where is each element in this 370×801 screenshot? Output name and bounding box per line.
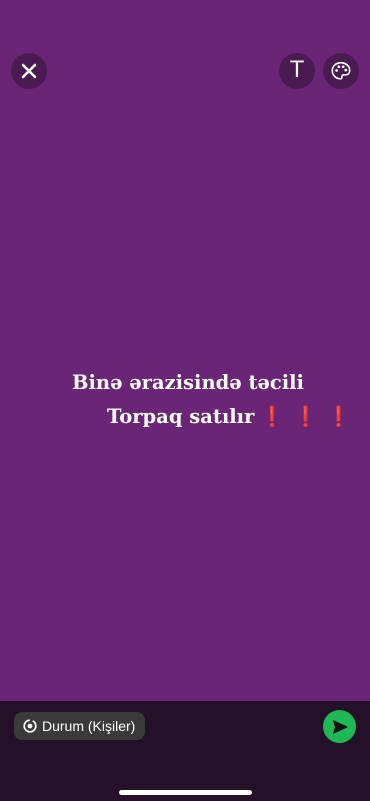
status-text-line-1: Binə ərazisində təcili (72, 371, 304, 394)
close-icon (21, 63, 37, 79)
home-indicator[interactable] (119, 790, 252, 795)
status-audience-label: Durum (Kişiler) (42, 718, 136, 734)
send-icon (332, 719, 347, 734)
palette-icon (331, 61, 351, 80)
exclamation-marks: ❗❗❗ (260, 405, 361, 428)
status-text-line-2: Torpaq satılır ❗❗❗ (107, 400, 360, 434)
palette-button[interactable] (323, 53, 359, 89)
status-text-line-2-label: Torpaq satılır (107, 405, 255, 428)
text-tool-icon: T (290, 58, 304, 83)
send-button[interactable] (323, 710, 356, 743)
bottom-bar: Durum (Kişiler) (0, 701, 370, 801)
text-tool-button[interactable]: T (279, 53, 315, 89)
status-audience-chip[interactable]: Durum (Kişiler) (14, 712, 146, 740)
top-toolbar: T (0, 53, 370, 89)
close-button[interactable] (11, 53, 47, 89)
status-ring-icon (23, 719, 37, 733)
